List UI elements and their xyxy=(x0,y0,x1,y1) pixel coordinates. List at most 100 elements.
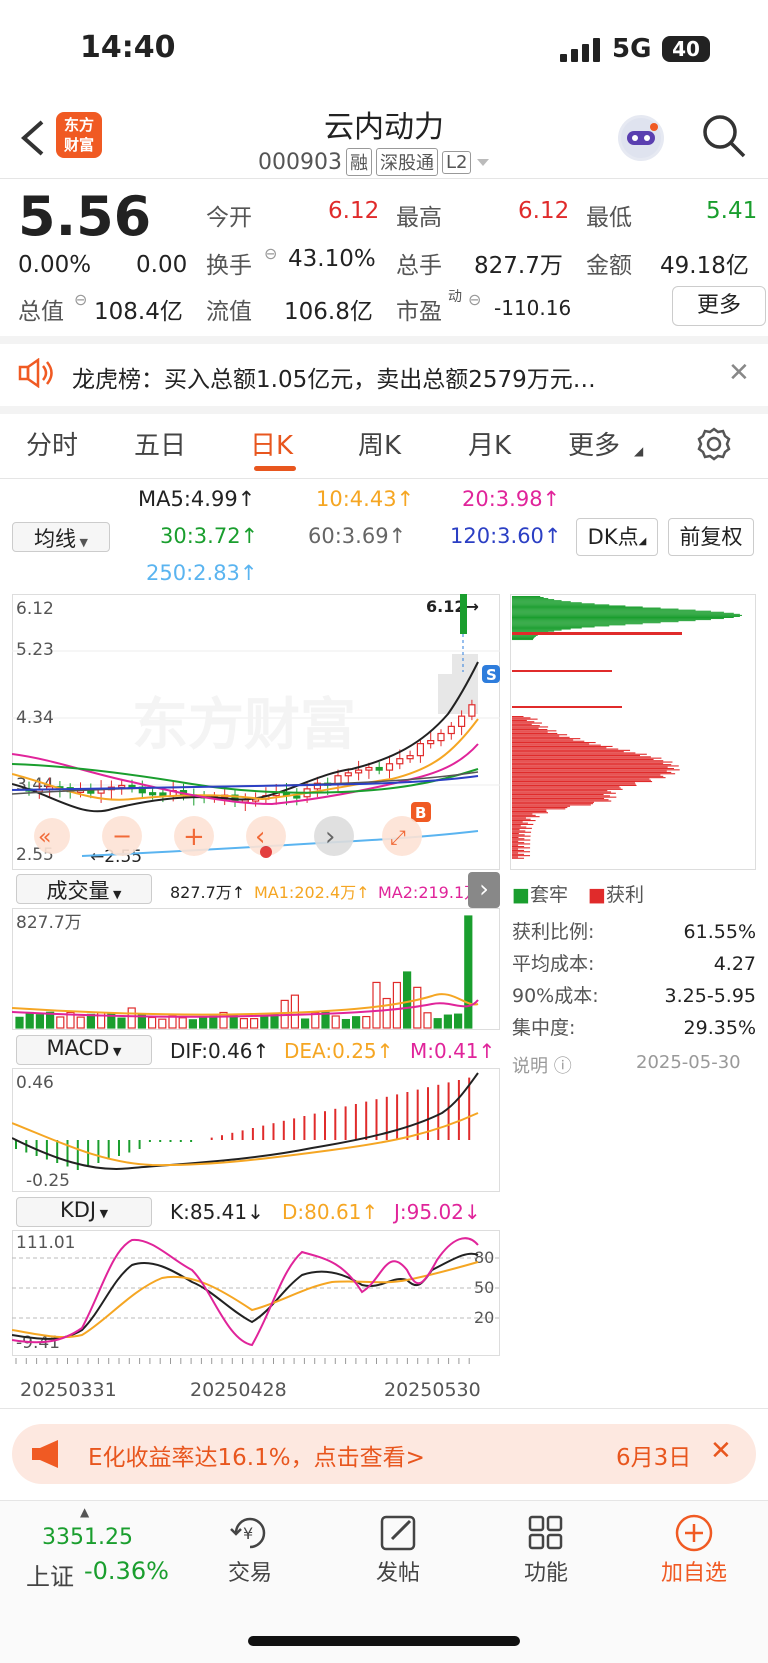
chip-bar xyxy=(512,830,526,832)
promo-banner[interactable]: E化收益率达16.1%，点击查看> 6月3日 ✕ xyxy=(12,1424,756,1484)
chip-bar xyxy=(512,717,531,719)
volume-bar xyxy=(260,1014,269,1029)
chevron-up-icon: ▲ xyxy=(80,1505,90,1519)
chip-bar xyxy=(512,622,661,624)
chip-bar xyxy=(512,781,653,783)
chip-bar xyxy=(512,856,519,858)
kdj-level-80: 80 xyxy=(474,1248,494,1267)
nav-add-watchlist[interactable]: 加自选 xyxy=(644,1511,744,1601)
chip-bar xyxy=(512,844,519,846)
info-icon[interactable]: ⊖ xyxy=(74,290,87,309)
chip-bar xyxy=(512,822,528,824)
more-quote-button[interactable]: 更多 xyxy=(672,286,766,326)
chip-bar xyxy=(512,629,562,631)
chip-bar xyxy=(512,784,637,786)
rewind-icon[interactable]: « xyxy=(38,825,51,850)
chip-bar xyxy=(512,606,643,608)
chip-bar xyxy=(512,607,661,609)
low-value: 5.41 xyxy=(706,198,758,224)
zoom-in-icon[interactable]: + xyxy=(183,822,205,852)
close-icon[interactable]: ✕ xyxy=(728,358,750,388)
chip-bar xyxy=(512,738,581,740)
info-icon[interactable]: ⊖ xyxy=(264,244,277,263)
chip-bar xyxy=(512,744,601,746)
chip-bar xyxy=(512,735,560,737)
search-button[interactable] xyxy=(700,112,748,160)
chip-bar xyxy=(512,825,521,827)
low-label: 最低 xyxy=(586,205,632,231)
nav-post[interactable]: 发帖 xyxy=(348,1511,448,1601)
tab-more[interactable]: 更多 xyxy=(568,425,620,462)
chip-bar xyxy=(512,723,532,725)
tab-daily[interactable]: 日K xyxy=(250,425,293,462)
candle-body xyxy=(365,766,373,771)
candle-body xyxy=(458,715,466,727)
chip-bar xyxy=(512,597,544,599)
candle-body xyxy=(375,766,383,771)
lhb-notice[interactable]: 龙虎榜：买入总额1.05亿元，卖出总额2579万元… xyxy=(72,360,596,394)
battery-icon: 40 xyxy=(662,36,710,62)
info-icon[interactable]: ⊖ xyxy=(468,290,481,309)
chip-bar xyxy=(512,782,635,784)
chip-bar xyxy=(512,630,555,632)
chip-bar xyxy=(512,761,673,763)
tab-weekly[interactable]: 周K xyxy=(358,425,401,462)
chip-bar xyxy=(512,752,636,754)
chip-bar xyxy=(512,620,696,622)
macd-chart: 0.46 -0.25 xyxy=(12,1068,500,1192)
chip-bar xyxy=(512,598,549,600)
chip-bar xyxy=(512,791,612,793)
kdj-selector[interactable]: KDJ ▼ xyxy=(16,1197,152,1227)
index-value: 3351.25 xyxy=(42,1525,133,1550)
volume-bar xyxy=(352,1016,361,1029)
close-icon[interactable]: ✕ xyxy=(710,1436,732,1466)
nav-functions[interactable]: 功能 xyxy=(496,1511,596,1601)
candle-body xyxy=(416,743,424,757)
adjust-button[interactable]: 前复权 xyxy=(668,518,754,556)
info-icon: ⓘ xyxy=(553,1056,572,1077)
chip-bar xyxy=(512,614,742,616)
tab-monthly[interactable]: 月K xyxy=(468,425,511,462)
tab-5day[interactable]: 五日 xyxy=(134,425,186,462)
pe-label: 市盈 xyxy=(396,299,442,325)
pe-sup: 动 xyxy=(448,289,462,305)
chip-bar xyxy=(512,608,679,610)
volume-current: 827.7万↑ xyxy=(170,883,246,902)
chip-bar xyxy=(512,766,668,768)
chip-bar xyxy=(512,855,531,857)
chip-bar xyxy=(512,849,525,851)
tag-connect: 深股通 xyxy=(375,148,438,176)
expand-icon[interactable]: ⤢ xyxy=(390,825,406,849)
chip-bar xyxy=(512,808,566,810)
chip-bar xyxy=(512,626,595,628)
candle-body xyxy=(344,772,352,777)
chip-note-button[interactable]: 说明 ⓘ xyxy=(512,1052,572,1078)
chip-bar xyxy=(512,706,622,708)
nav-trade[interactable]: ¥ 交易 xyxy=(200,1511,300,1601)
tab-intraday[interactable]: 分时 xyxy=(26,425,78,462)
zoom-out-icon[interactable]: − xyxy=(112,822,132,850)
macd-selector[interactable]: MACD ▼ xyxy=(16,1035,152,1065)
stock-code-row[interactable]: 000903 融 深股通 L2 xyxy=(258,148,491,176)
tag-l2: L2 xyxy=(441,150,472,174)
chip-bar xyxy=(512,820,536,822)
chip-row: 集中度: 29.35% xyxy=(512,1012,756,1044)
chip-bar xyxy=(512,601,571,603)
assistant-avatar-icon[interactable] xyxy=(618,115,664,161)
next-icon[interactable]: › xyxy=(325,822,335,852)
chip-bar xyxy=(512,846,525,848)
chip-bar xyxy=(512,807,568,809)
chip-bar xyxy=(512,852,519,854)
volume-ma1: MA1:202.4万↑ xyxy=(254,883,370,902)
current-price: 5.56 xyxy=(18,185,152,248)
ma120-value: 120:3.60↑ xyxy=(450,524,562,548)
dk-point-button[interactable]: DK点◢ xyxy=(576,518,658,556)
edit-icon xyxy=(380,1515,416,1551)
ma-selector[interactable]: 均线 ▼ xyxy=(12,522,110,552)
chip-bar xyxy=(512,770,667,772)
settings-button[interactable] xyxy=(696,426,732,466)
volume-selector[interactable]: 成交量 ▼ xyxy=(16,874,152,904)
collapse-panel-button[interactable]: › xyxy=(468,872,500,908)
kline-chart[interactable]: 东方财富 6.12 5.23 4.34 3.44 2.55 6.12→ ←2.5… xyxy=(12,594,500,870)
amount-value: 49.18亿 xyxy=(660,253,749,279)
